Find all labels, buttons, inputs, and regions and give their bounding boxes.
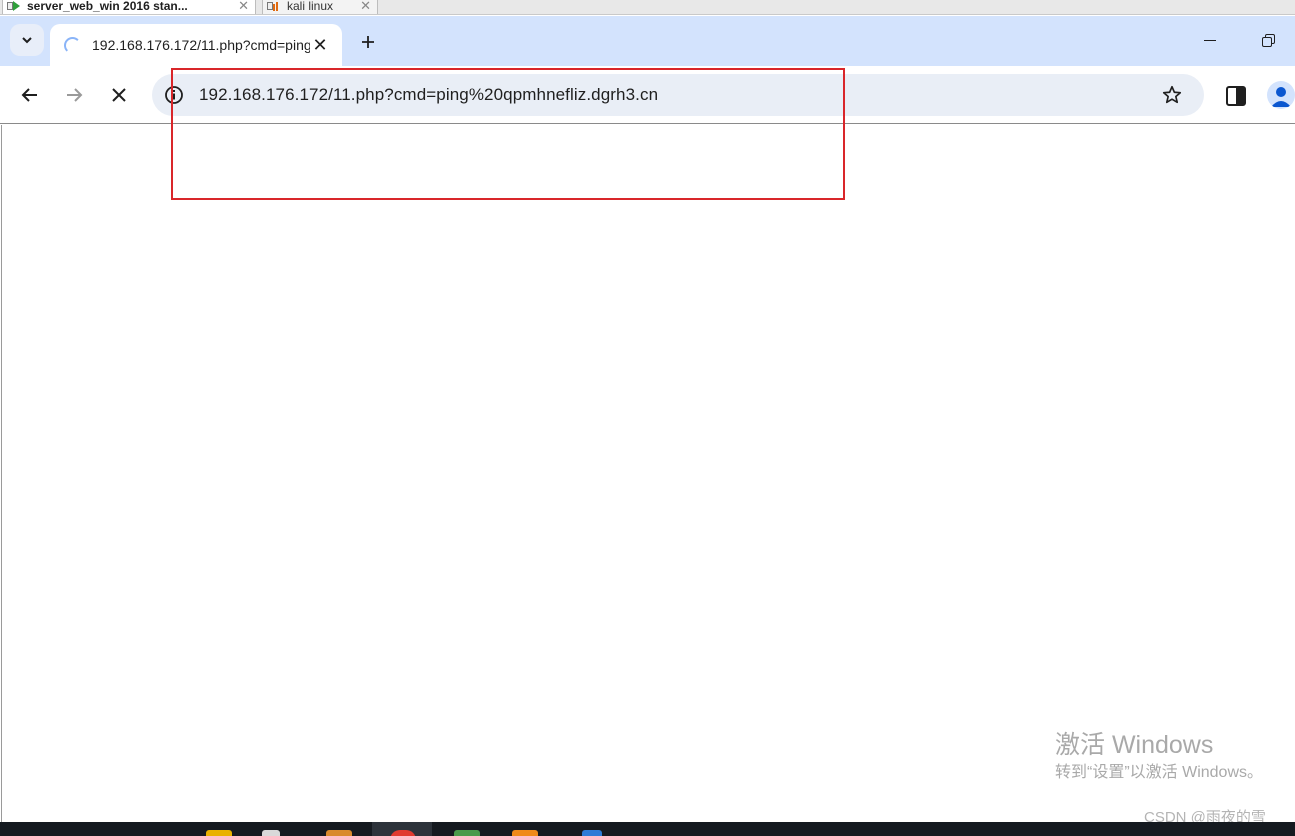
tab-search-button[interactable]	[10, 24, 44, 56]
taskbar-app-icon[interactable]	[326, 830, 352, 836]
vm-tab-kali[interactable]: kali linux ✕	[262, 0, 378, 14]
tab-search-chevron-icon	[22, 37, 32, 44]
browser-tab-active[interactable]: 192.168.176.172/11.php?cmd=ping%20qpmhne…	[50, 24, 342, 66]
vm-icon	[267, 0, 281, 12]
activation-heading: 激活 Windows	[1055, 731, 1214, 759]
back-arrow-icon	[21, 88, 37, 102]
plus-icon	[362, 36, 374, 48]
taskbar	[0, 822, 1295, 836]
browser-tab-bar: 192.168.176.172/11.php?cmd=ping%20qpmhne…	[0, 16, 1295, 66]
minimize-icon[interactable]	[1198, 30, 1222, 52]
profile-icon[interactable]	[1267, 81, 1295, 109]
taskbar-app-icon[interactable]	[582, 830, 602, 836]
side-panel-icon[interactable]	[1224, 85, 1248, 107]
highlight-box	[171, 68, 845, 200]
vm-tab-label: server_web_win 2016 stan...	[27, 0, 188, 13]
taskbar-app-icon[interactable]	[262, 830, 280, 836]
taskbar-app-icon[interactable]	[206, 830, 232, 836]
vm-icon	[7, 0, 21, 12]
close-icon[interactable]: ✕	[360, 0, 371, 14]
vm-tab-label: kali linux	[287, 0, 334, 13]
stop-icon	[112, 88, 126, 102]
back-button[interactable]	[14, 79, 46, 111]
loading-spinner-icon	[64, 36, 81, 54]
close-icon[interactable]: ✕	[310, 35, 330, 55]
close-icon[interactable]: ✕	[238, 0, 249, 14]
forward-arrow-icon	[67, 88, 83, 102]
taskbar-app-icon[interactable]	[454, 830, 480, 836]
vm-tab-strip: server_web_win 2016 stan... ✕ kali linux…	[0, 0, 1295, 15]
page-content	[1, 125, 1295, 822]
profile-avatar-icon	[1271, 87, 1291, 107]
taskbar-app-icon[interactable]	[512, 830, 538, 836]
stop-button[interactable]	[103, 79, 135, 111]
activation-subtext: 转到“设置”以激活 Windows。	[1055, 764, 1264, 781]
star-icon[interactable]	[1161, 84, 1183, 106]
forward-button[interactable]	[58, 79, 90, 111]
activation-watermark: 激活 Windows 转到“设置”以激活 Windows。	[1055, 728, 1263, 784]
new-tab-button[interactable]	[354, 28, 382, 56]
restore-icon[interactable]	[1256, 30, 1280, 52]
vm-tab-server-web[interactable]: server_web_win 2016 stan... ✕	[2, 0, 256, 14]
tab-title: 192.168.176.172/11.php?cmd=ping%20qpmhne…	[92, 37, 310, 53]
